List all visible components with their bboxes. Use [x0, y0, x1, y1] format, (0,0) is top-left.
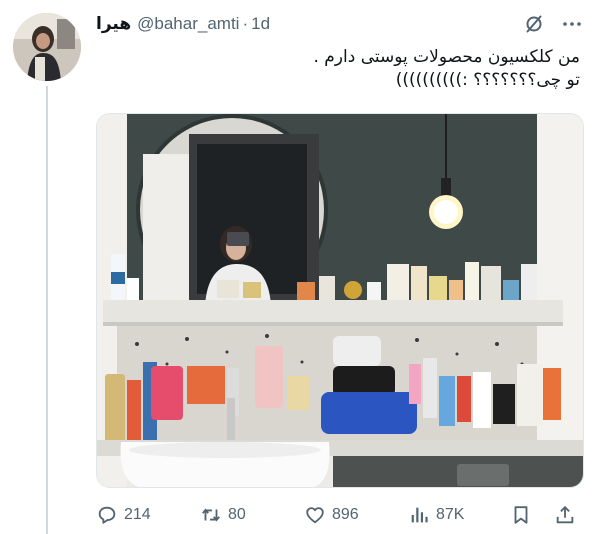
reply-count: 214: [124, 506, 151, 523]
share-button[interactable]: [554, 500, 582, 530]
retweet-icon: [202, 508, 220, 522]
tweet-text: من کلکسیون محصولات پوستی دارم . تو چی؟؟؟…: [313, 47, 580, 90]
reply-bubble-icon: [98, 506, 116, 524]
heart-icon: [306, 507, 324, 524]
retweet-button[interactable]: 80: [200, 500, 246, 530]
separator-dot: ·: [242, 14, 249, 33]
grok-slash-icon[interactable]: [524, 14, 544, 34]
like-button[interactable]: 896: [304, 500, 359, 530]
views-bar-icon: [411, 507, 428, 523]
like-count: 896: [332, 506, 359, 523]
share-icon: [556, 505, 574, 524]
user-handle[interactable]: @bahar_amti: [137, 14, 239, 34]
timestamp[interactable]: 1d: [251, 14, 270, 34]
avatar[interactable]: [13, 13, 81, 81]
view-count: 87K: [436, 506, 465, 523]
retweet-count: 80: [228, 506, 246, 523]
tweet-photo[interactable]: [96, 113, 584, 488]
tweet-header: هیرا @bahar_amti · 1d: [96, 12, 270, 36]
more-dots-icon[interactable]: [560, 14, 584, 34]
bookmark-icon: [514, 506, 528, 524]
display-name[interactable]: هیرا: [96, 14, 131, 34]
tweet-action-bar: 214 80 896 87K: [96, 500, 590, 530]
bookmark-button[interactable]: [510, 500, 538, 530]
thread-line: [46, 86, 48, 534]
reply-button[interactable]: 214: [96, 500, 151, 530]
views-button[interactable]: 87K: [408, 500, 464, 530]
